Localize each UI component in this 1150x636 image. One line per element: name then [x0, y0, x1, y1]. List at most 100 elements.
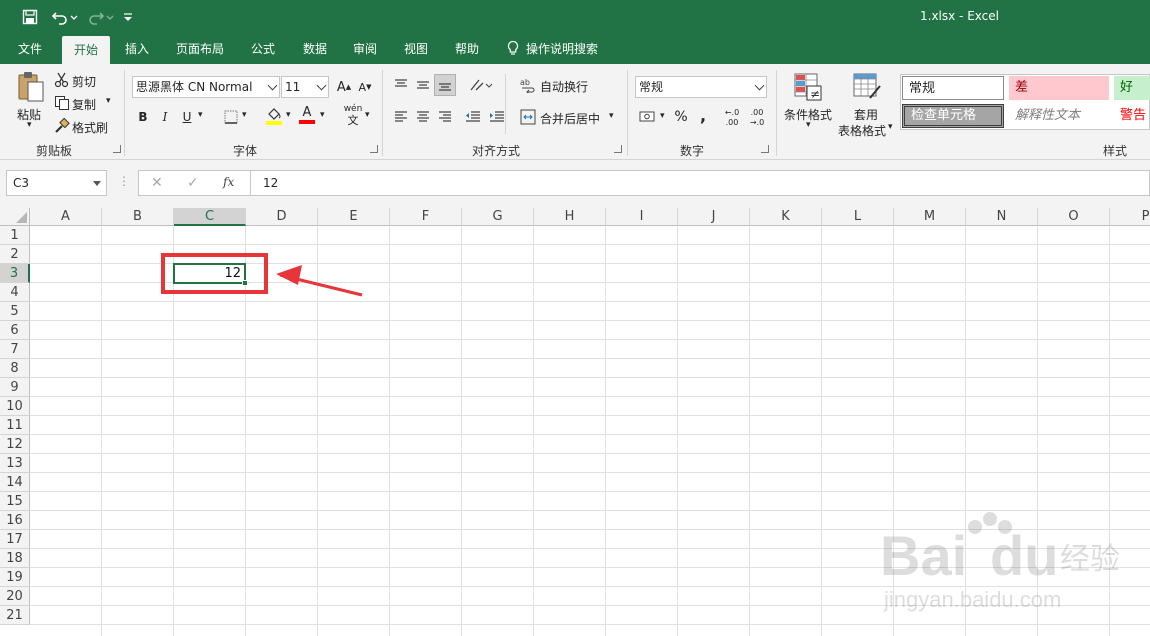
row-header-21[interactable]: 21 — [0, 606, 30, 625]
customize-quick-access-icon[interactable] — [120, 7, 136, 27]
align-middle-button[interactable] — [414, 76, 432, 94]
bold-button[interactable]: B — [134, 108, 152, 126]
alignment-launcher-icon[interactable] — [614, 145, 622, 153]
wrap-text-button[interactable]: ab 自动换行 — [520, 76, 600, 96]
decrease-indent-button[interactable] — [464, 108, 482, 126]
format-painter-button[interactable]: 格式刷 — [54, 118, 114, 136]
column-header-c[interactable]: C — [174, 208, 246, 226]
merge-center-button[interactable]: 合并后居中 ▾ — [520, 108, 618, 128]
clipboard-launcher-icon[interactable] — [113, 145, 121, 153]
style-good[interactable]: 好 — [1114, 76, 1150, 100]
enter-icon[interactable]: ✓ — [187, 175, 199, 191]
font-name-select[interactable]: 思源黑体 CN Normal — [132, 76, 280, 98]
select-all-corner[interactable] — [0, 208, 30, 226]
paste-button[interactable]: 粘贴 ▾ — [14, 70, 48, 132]
align-left-button[interactable] — [392, 108, 410, 126]
column-header-i[interactable]: I — [606, 208, 678, 226]
insert-function-icon[interactable]: fx — [223, 175, 234, 189]
increase-decimal-button[interactable]: ←.0.00 — [721, 108, 743, 130]
tab-insert[interactable]: 插入 — [114, 34, 160, 64]
align-right-button[interactable] — [436, 108, 454, 126]
tab-view[interactable]: 视图 — [393, 34, 439, 64]
copy-button[interactable]: 复制 ▾ — [54, 95, 116, 113]
font-color-button[interactable]: A — [298, 106, 316, 124]
row-header-2[interactable]: 2 — [0, 245, 30, 264]
tab-help[interactable]: 帮助 — [444, 34, 490, 64]
fill-color-button[interactable] — [265, 106, 283, 125]
conditional-formatting-button[interactable]: ≠ 条件格式 ▾ — [782, 70, 836, 136]
column-header-m[interactable]: M — [894, 208, 966, 226]
tab-review[interactable]: 审阅 — [342, 34, 388, 64]
column-header-d[interactable]: D — [246, 208, 318, 226]
underline-button[interactable]: U — [178, 108, 196, 126]
tell-me-search[interactable]: 操作说明搜索 — [506, 34, 616, 64]
borders-button[interactable] — [222, 108, 240, 126]
comma-style-button[interactable]: , — [694, 106, 712, 125]
accounting-format-button[interactable] — [638, 108, 658, 126]
align-bottom-button[interactable] — [434, 74, 456, 96]
row-header-16[interactable]: 16 — [0, 511, 30, 530]
column-header-n[interactable]: N — [966, 208, 1038, 226]
row-header-15[interactable]: 15 — [0, 492, 30, 511]
increase-indent-button[interactable] — [488, 108, 506, 126]
column-header-h[interactable]: H — [534, 208, 606, 226]
style-normal[interactable]: 常规 — [902, 76, 1004, 100]
column-header-k[interactable]: K — [750, 208, 822, 226]
row-header-8[interactable]: 8 — [0, 359, 30, 378]
row-header-7[interactable]: 7 — [0, 340, 30, 359]
row-header-4[interactable]: 4 — [0, 283, 30, 302]
shrink-font-button[interactable]: A ▼ — [356, 78, 374, 96]
row-header-12[interactable]: 12 — [0, 435, 30, 454]
tab-file[interactable]: 文件 — [6, 34, 54, 64]
decrease-decimal-button[interactable]: .00 →.0 — [746, 108, 768, 130]
row-header-6[interactable]: 6 — [0, 321, 30, 340]
style-warning[interactable]: 警告 — [1114, 104, 1150, 128]
formula-input[interactable]: 12 — [251, 170, 1150, 196]
column-header-j[interactable]: J — [678, 208, 750, 226]
row-header-17[interactable]: 17 — [0, 530, 30, 549]
name-box[interactable]: C3 — [6, 170, 107, 196]
column-header-g[interactable]: G — [462, 208, 534, 226]
row-header-9[interactable]: 9 — [0, 378, 30, 397]
row-header-1[interactable]: 1 — [0, 226, 30, 245]
tab-data[interactable]: 数据 — [292, 34, 338, 64]
cancel-icon[interactable]: ✕ — [151, 175, 163, 191]
italic-button[interactable]: I — [156, 108, 174, 126]
font-size-select[interactable]: 11 — [281, 76, 329, 98]
grow-font-button[interactable]: A ▲ — [335, 78, 353, 96]
style-explanatory[interactable]: 解释性文本 — [1009, 104, 1109, 128]
column-header-f[interactable]: F — [390, 208, 462, 226]
column-header-p[interactable]: P — [1110, 208, 1150, 226]
tab-page-layout[interactable]: 页面布局 — [168, 34, 232, 64]
column-header-e[interactable]: E — [318, 208, 390, 226]
font-launcher-icon[interactable] — [370, 145, 378, 153]
row-header-11[interactable]: 11 — [0, 416, 30, 435]
save-icon[interactable] — [20, 7, 40, 27]
style-bad[interactable]: 差 — [1009, 76, 1109, 100]
row-header-14[interactable]: 14 — [0, 473, 30, 492]
orientation-button[interactable] — [468, 76, 494, 94]
cut-button[interactable]: 剪切 — [54, 72, 114, 90]
style-check-cell[interactable]: 检查单元格 — [902, 104, 1004, 128]
align-top-button[interactable] — [392, 76, 410, 94]
redo-icon[interactable] — [86, 7, 116, 27]
number-format-select[interactable]: 常规 — [635, 76, 767, 98]
row-header-5[interactable]: 5 — [0, 302, 30, 321]
row-header-10[interactable]: 10 — [0, 397, 30, 416]
tab-home[interactable]: 开始 — [62, 36, 110, 64]
phonetic-guide-button[interactable]: wén 文 — [341, 104, 365, 130]
row-header-19[interactable]: 19 — [0, 568, 30, 587]
row-header-13[interactable]: 13 — [0, 454, 30, 473]
undo-icon[interactable] — [50, 7, 80, 27]
format-as-table-button[interactable]: 套用 表格格式 ▾ — [838, 70, 896, 138]
align-center-button[interactable] — [414, 108, 432, 126]
column-header-l[interactable]: L — [822, 208, 894, 226]
number-launcher-icon[interactable] — [761, 145, 769, 153]
column-header-a[interactable]: A — [30, 208, 102, 226]
row-header-3[interactable]: 3 — [0, 264, 30, 283]
column-header-o[interactable]: O — [1038, 208, 1110, 226]
percent-button[interactable]: % — [672, 108, 690, 126]
row-header-18[interactable]: 18 — [0, 549, 30, 568]
column-header-b[interactable]: B — [102, 208, 174, 226]
tab-formulas[interactable]: 公式 — [240, 34, 286, 64]
